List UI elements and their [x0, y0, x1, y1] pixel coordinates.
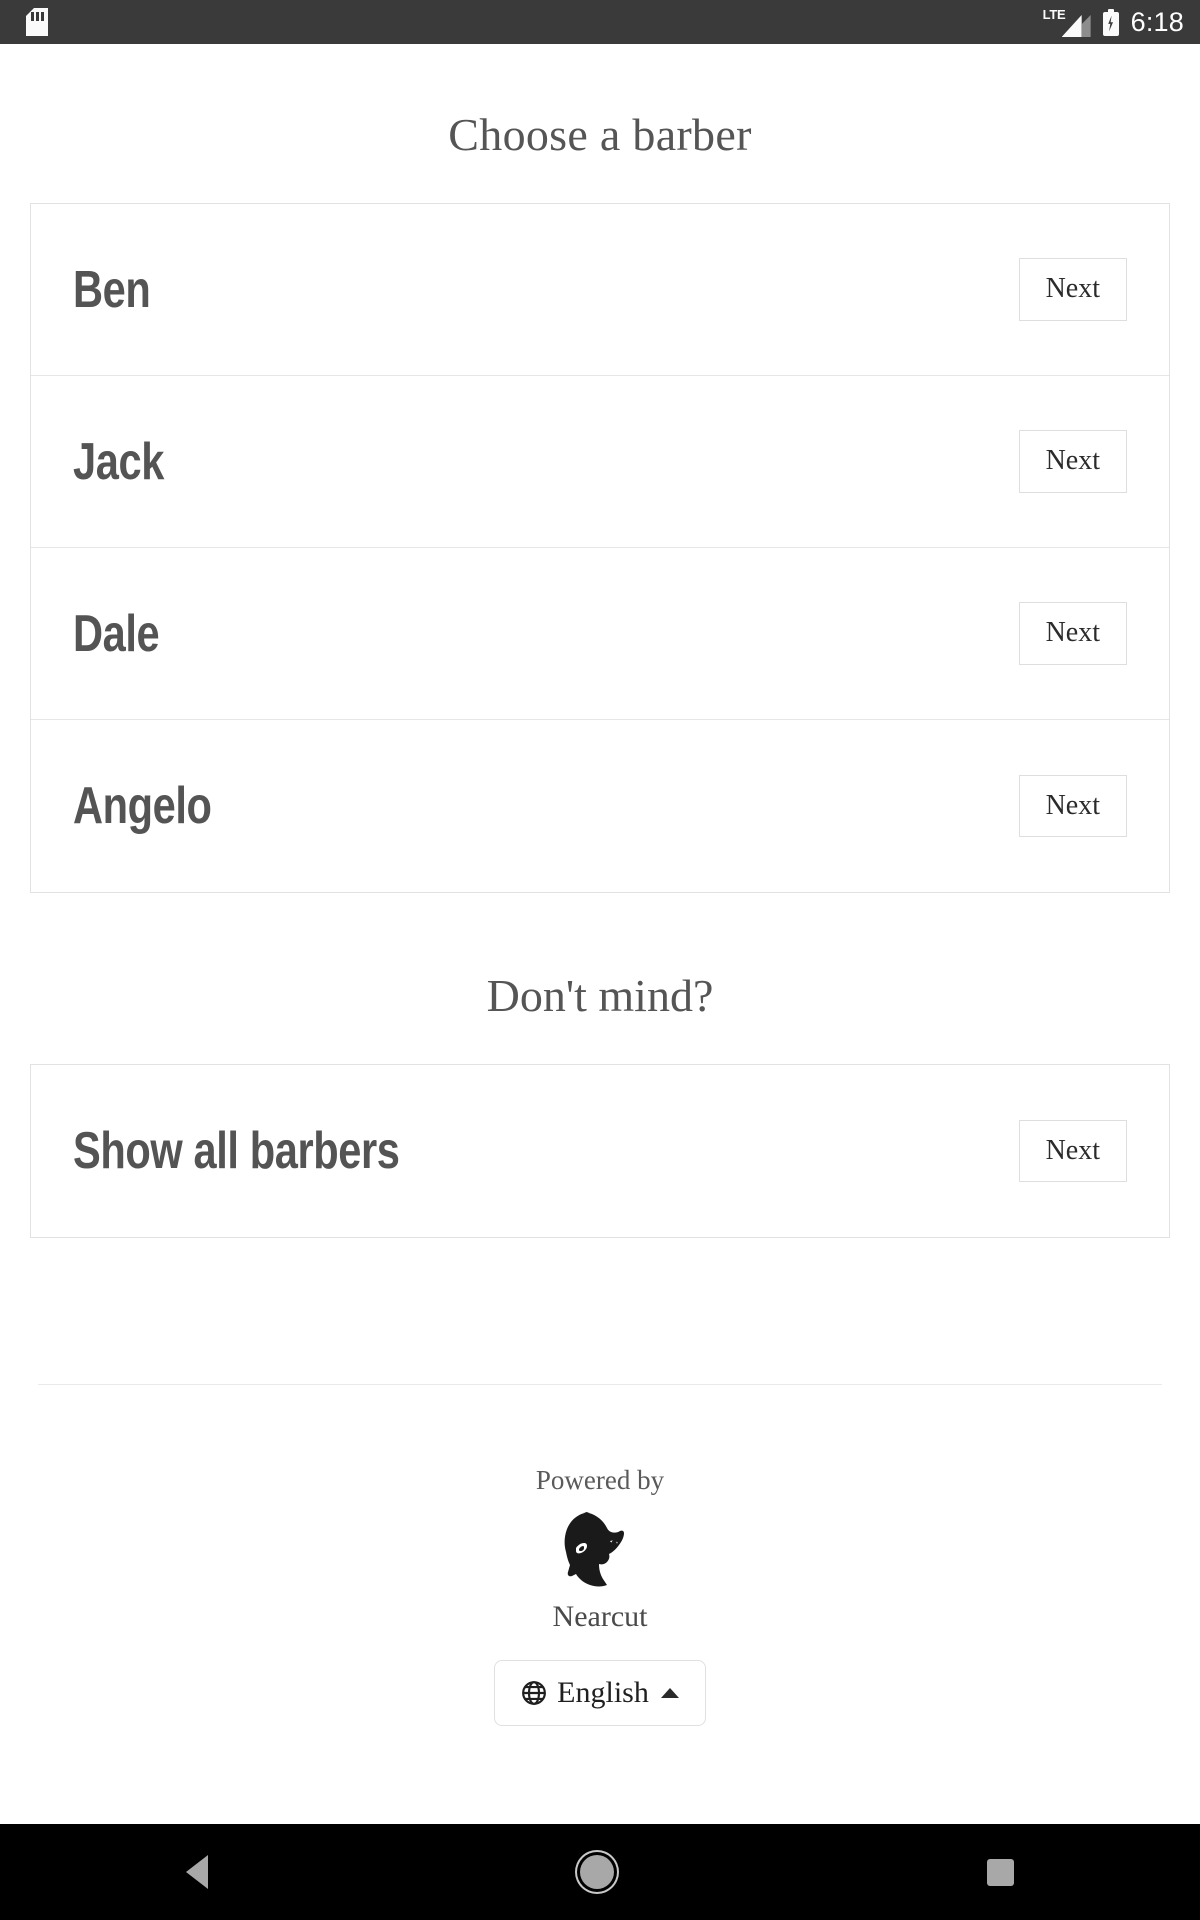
show-all-barbers-card: Show all barbers Next [30, 1064, 1170, 1238]
recents-square-icon[interactable] [986, 1858, 1014, 1886]
next-button-angelo[interactable]: Next [1018, 774, 1127, 838]
show-all-barbers-label: Show all barbers [73, 1122, 400, 1180]
page-content: Choose a barber Ben Next Jack Next Dale … [0, 44, 1200, 1824]
cellular-signal-icon: LTE [1043, 7, 1091, 37]
android-nav-bar [0, 1824, 1200, 1920]
barber-list-card: Ben Next Jack Next Dale Next Angelo Next [30, 203, 1170, 893]
caret-up-icon [660, 1688, 679, 1698]
barber-name: Jack [73, 432, 164, 491]
home-circle-icon[interactable] [580, 1855, 615, 1889]
android-status-bar: LTE 6:18 [0, 0, 1200, 44]
status-bar-notifications [26, 8, 48, 36]
next-button-jack[interactable]: Next [1018, 430, 1127, 493]
battery-charging-icon [1102, 8, 1119, 36]
language-label: English [557, 1676, 649, 1709]
page-title: Choose a barber [448, 109, 752, 160]
barber-name: Ben [73, 260, 151, 319]
bearded-man-logo-icon [564, 1512, 624, 1587]
next-button-dale[interactable]: Next [1018, 602, 1127, 665]
powered-by-label: Powered by [535, 1465, 665, 1495]
sdcard-icon [26, 8, 48, 36]
barber-name: Angelo [73, 777, 212, 835]
next-button-ben[interactable]: Next [1018, 258, 1127, 321]
status-bar-system-icons: LTE 6:18 [1043, 6, 1184, 37]
status-bar-clock: 6:18 [1130, 6, 1184, 37]
show-all-barbers-row[interactable]: Show all barbers Next [31, 1065, 1169, 1237]
back-triangle-icon[interactable] [186, 1855, 209, 1889]
footer-divider [38, 1384, 1162, 1385]
dont-mind-heading: Don't mind? [486, 970, 714, 1021]
barber-row-jack[interactable]: Jack Next [31, 376, 1169, 548]
barber-row-dale[interactable]: Dale Next [31, 548, 1169, 720]
brand-name: Nearcut [552, 1600, 648, 1633]
barber-row-ben[interactable]: Ben Next [31, 204, 1169, 376]
barber-row-angelo[interactable]: Angelo Next [31, 720, 1169, 892]
next-button-show-all[interactable]: Next [1018, 1119, 1127, 1183]
page-footer: Powered by Nearcut English [0, 1465, 1200, 1726]
barber-name: Dale [73, 604, 160, 663]
app-screen: LTE 6:18 Choose a barber Ben Next Jack N… [0, 0, 1200, 1920]
language-selector-button[interactable]: English [494, 1660, 706, 1726]
globe-icon [522, 1681, 547, 1705]
